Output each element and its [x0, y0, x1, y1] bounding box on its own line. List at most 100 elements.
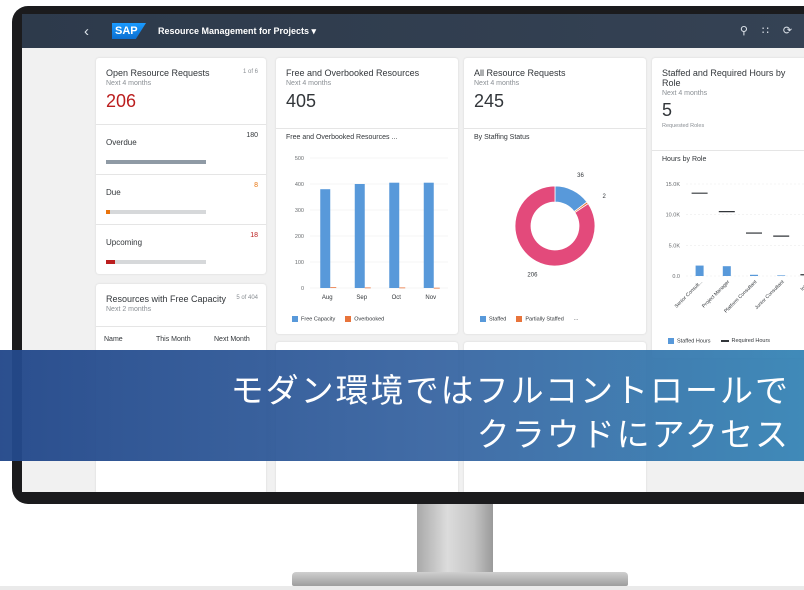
- bar-staffed-hours: [695, 265, 704, 276]
- divider: [96, 224, 266, 225]
- x-tick-label: Oct: [392, 295, 402, 301]
- open-resource-requests-card[interactable]: Open Resource Requests Next 4 months 206…: [96, 58, 266, 274]
- data-label: 36: [577, 173, 584, 179]
- bar-staffed-hours: [777, 275, 786, 276]
- divider: [464, 128, 646, 129]
- bar-overbooked: [433, 287, 440, 289]
- row-label: Due: [106, 188, 121, 197]
- divider: [96, 174, 266, 175]
- bar-free-capacity: [423, 182, 434, 288]
- x-tick-label: Senior Consult...: [674, 279, 704, 309]
- legend-item[interactable]: ...: [574, 316, 579, 322]
- progress-fill: [106, 260, 115, 264]
- legend-item[interactable]: Overbooked: [345, 316, 384, 322]
- free-overbooked-card[interactable]: Free and Overbooked Resources Next 4 mon…: [276, 58, 458, 334]
- chart-title: Free and Overbooked Resources ...: [286, 134, 398, 141]
- card-title: All Resource Requests: [474, 68, 566, 78]
- card-counter: 1 of 6: [242, 69, 258, 75]
- legend-item[interactable]: Required Hours: [720, 338, 770, 344]
- legend-item[interactable]: Staffed: [480, 316, 506, 322]
- promo-banner: モダン環境ではフルコントロールで クラウドにアクセス: [0, 350, 804, 461]
- bar-free-capacity: [389, 182, 400, 288]
- banner-headline-line2: クラウドにアクセス: [476, 415, 790, 454]
- divider: [96, 124, 266, 125]
- kpi-value: 206: [106, 91, 137, 111]
- progress-track: [106, 260, 206, 264]
- progress-fill: [106, 160, 206, 164]
- card-title: Resources with Free Capacity: [106, 294, 227, 304]
- row-value: 18: [250, 232, 258, 239]
- staffed-required-hours-card[interactable]: Staffed and Required Hours by Role Next …: [652, 58, 804, 358]
- y-tick-label: 0.0: [672, 274, 680, 280]
- bar-staffed-hours: [750, 274, 758, 276]
- refresh-icon[interactable]: ⟳: [783, 24, 792, 37]
- legend-item[interactable]: Free Capacity: [292, 316, 335, 322]
- row-label: Overdue: [106, 138, 137, 147]
- card-counter: 5 of 404: [236, 295, 258, 301]
- legend-item[interactable]: Partially Staffed: [516, 316, 564, 322]
- divider: [652, 150, 804, 151]
- bar-free-capacity: [320, 189, 331, 288]
- shell-bar: ‹ SAP Resource Management for Projects ▾…: [22, 14, 804, 48]
- legend-item[interactable]: Staffed Hours: [668, 338, 711, 344]
- column-header-name: Name: [104, 336, 123, 343]
- x-tick-label: Junior Consultant: [754, 279, 786, 311]
- y-tick-label: 5.0K: [669, 243, 681, 249]
- card-subtitle: Next 4 months: [474, 80, 520, 87]
- bar-overbooked: [364, 287, 371, 289]
- list-item-upcoming[interactable]: Upcoming 18: [106, 232, 258, 272]
- kpi-value: 405: [286, 91, 317, 111]
- card-subtitle: Next 4 months: [662, 90, 708, 97]
- monitor-stand: [417, 504, 493, 576]
- divider: [96, 326, 266, 327]
- progress-track: [106, 210, 206, 214]
- list-item-due[interactable]: Due 8: [106, 182, 258, 222]
- chart-title: Hours by Role: [662, 156, 707, 163]
- staffing-status-donut-chart: 36 2 206: [514, 173, 606, 278]
- app-title[interactable]: Resource Management for Projects ▾: [158, 26, 316, 37]
- kpi-value: 245: [474, 91, 505, 111]
- progress-track: [106, 160, 206, 164]
- list-item-overdue[interactable]: Overdue 180: [106, 132, 258, 172]
- sap-logo[interactable]: SAP: [112, 23, 146, 39]
- card-subtitle: Next 2 months: [106, 306, 152, 313]
- x-tick-label: Project Manager: [701, 279, 731, 309]
- shell-actions: ⚲ ∷ ⟳ ⚙: [740, 24, 804, 37]
- grid-icon[interactable]: ∷: [762, 24, 769, 37]
- y-tick-label: 200: [295, 234, 304, 240]
- bar-overbooked: [399, 287, 406, 289]
- monitor-base: [292, 572, 628, 586]
- x-tick-label: Sep: [356, 295, 367, 301]
- card-subtitle: Next 4 months: [286, 80, 332, 87]
- all-resource-requests-card[interactable]: All Resource Requests Next 4 months 245 …: [464, 58, 646, 334]
- bar-overbooked: [330, 287, 337, 289]
- divider: [276, 128, 458, 129]
- kpi-value: 5: [662, 100, 673, 120]
- kpi-caption: Requested Roles: [662, 123, 705, 129]
- bar-staffed-hours: [722, 266, 731, 276]
- row-value: 8: [254, 182, 258, 189]
- progress-fill: [106, 210, 110, 214]
- free-overbooked-chart: 500 400 300 200 100 0 Aug Sep Oct Nov: [295, 156, 448, 301]
- card-subtitle: Next 4 months: [106, 80, 152, 87]
- y-tick-label: 10.0K: [666, 213, 681, 219]
- bar-free-capacity: [354, 184, 365, 288]
- y-tick-label: 300: [295, 208, 304, 214]
- x-tick-label: Intern: [800, 279, 804, 292]
- x-tick-label: Nov: [425, 295, 436, 301]
- hours-by-role-chart: 15.0K 10.0K 5.0K 0.0Senior Consult...Projec…: [666, 182, 804, 314]
- data-label: 2: [602, 194, 606, 200]
- column-header-this-month: This Month: [156, 336, 191, 343]
- data-label: 206: [527, 272, 538, 278]
- y-tick-label: 100: [295, 260, 304, 266]
- floor-shadow: [0, 586, 804, 590]
- back-icon[interactable]: ‹: [84, 23, 98, 40]
- banner-headline-line1: モダン環境ではフルコントロールで: [230, 371, 790, 410]
- column-header-next-month: Next Month: [214, 336, 250, 343]
- card-title: Free and Overbooked Resources: [286, 68, 420, 78]
- chart-title: By Staffing Status: [474, 134, 530, 141]
- search-icon[interactable]: ⚲: [740, 24, 748, 37]
- card-title: Open Resource Requests: [106, 68, 210, 78]
- chart-legend: Staffed Partially Staffed ...: [480, 316, 578, 322]
- card-title: Staffed and Required Hours by Role: [662, 68, 786, 88]
